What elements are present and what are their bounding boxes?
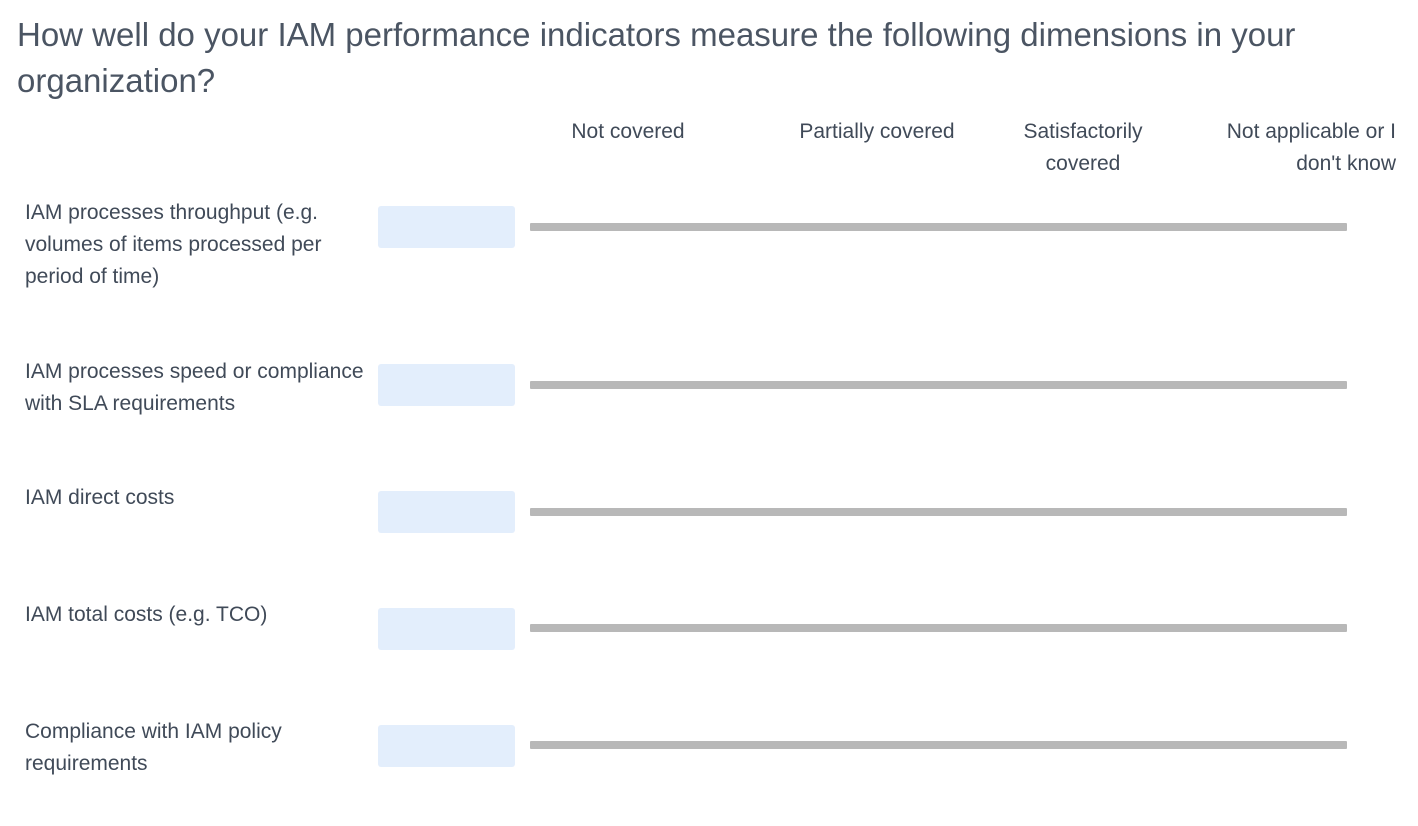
value-box-total-costs[interactable] xyxy=(378,608,515,650)
slider-direct-costs[interactable] xyxy=(530,508,1347,516)
value-box-direct-costs[interactable] xyxy=(378,491,515,533)
scale-label-not-applicable: Not applicable or I don't know xyxy=(1226,120,1396,175)
row-label-policy-compliance: Compliance with IAM policy requirements xyxy=(25,720,282,775)
row-label-speed-sla: IAM processes speed or compliance with S… xyxy=(25,360,364,415)
scale-label-not-covered: Not covered xyxy=(571,120,685,143)
question-title: How well do your IAM performance indicat… xyxy=(17,16,1296,99)
slider-throughput[interactable] xyxy=(530,223,1347,231)
row-label-total-costs: IAM total costs (e.g. TCO) xyxy=(25,603,268,626)
row-label-throughput: IAM processes throughput (e.g. volumes o… xyxy=(25,201,322,288)
slider-speed-sla[interactable] xyxy=(530,381,1347,389)
slider-policy-compliance[interactable] xyxy=(530,741,1347,749)
slider-total-costs[interactable] xyxy=(530,624,1347,632)
scale-label-satisfactorily-covered: Satisfactorily covered xyxy=(1023,120,1143,175)
scale-label-partially-covered: Partially covered xyxy=(799,120,955,143)
row-label-direct-costs: IAM direct costs xyxy=(25,486,175,509)
value-box-policy-compliance[interactable] xyxy=(378,725,515,767)
value-box-throughput[interactable] xyxy=(378,206,515,248)
value-box-speed-sla[interactable] xyxy=(378,364,515,406)
